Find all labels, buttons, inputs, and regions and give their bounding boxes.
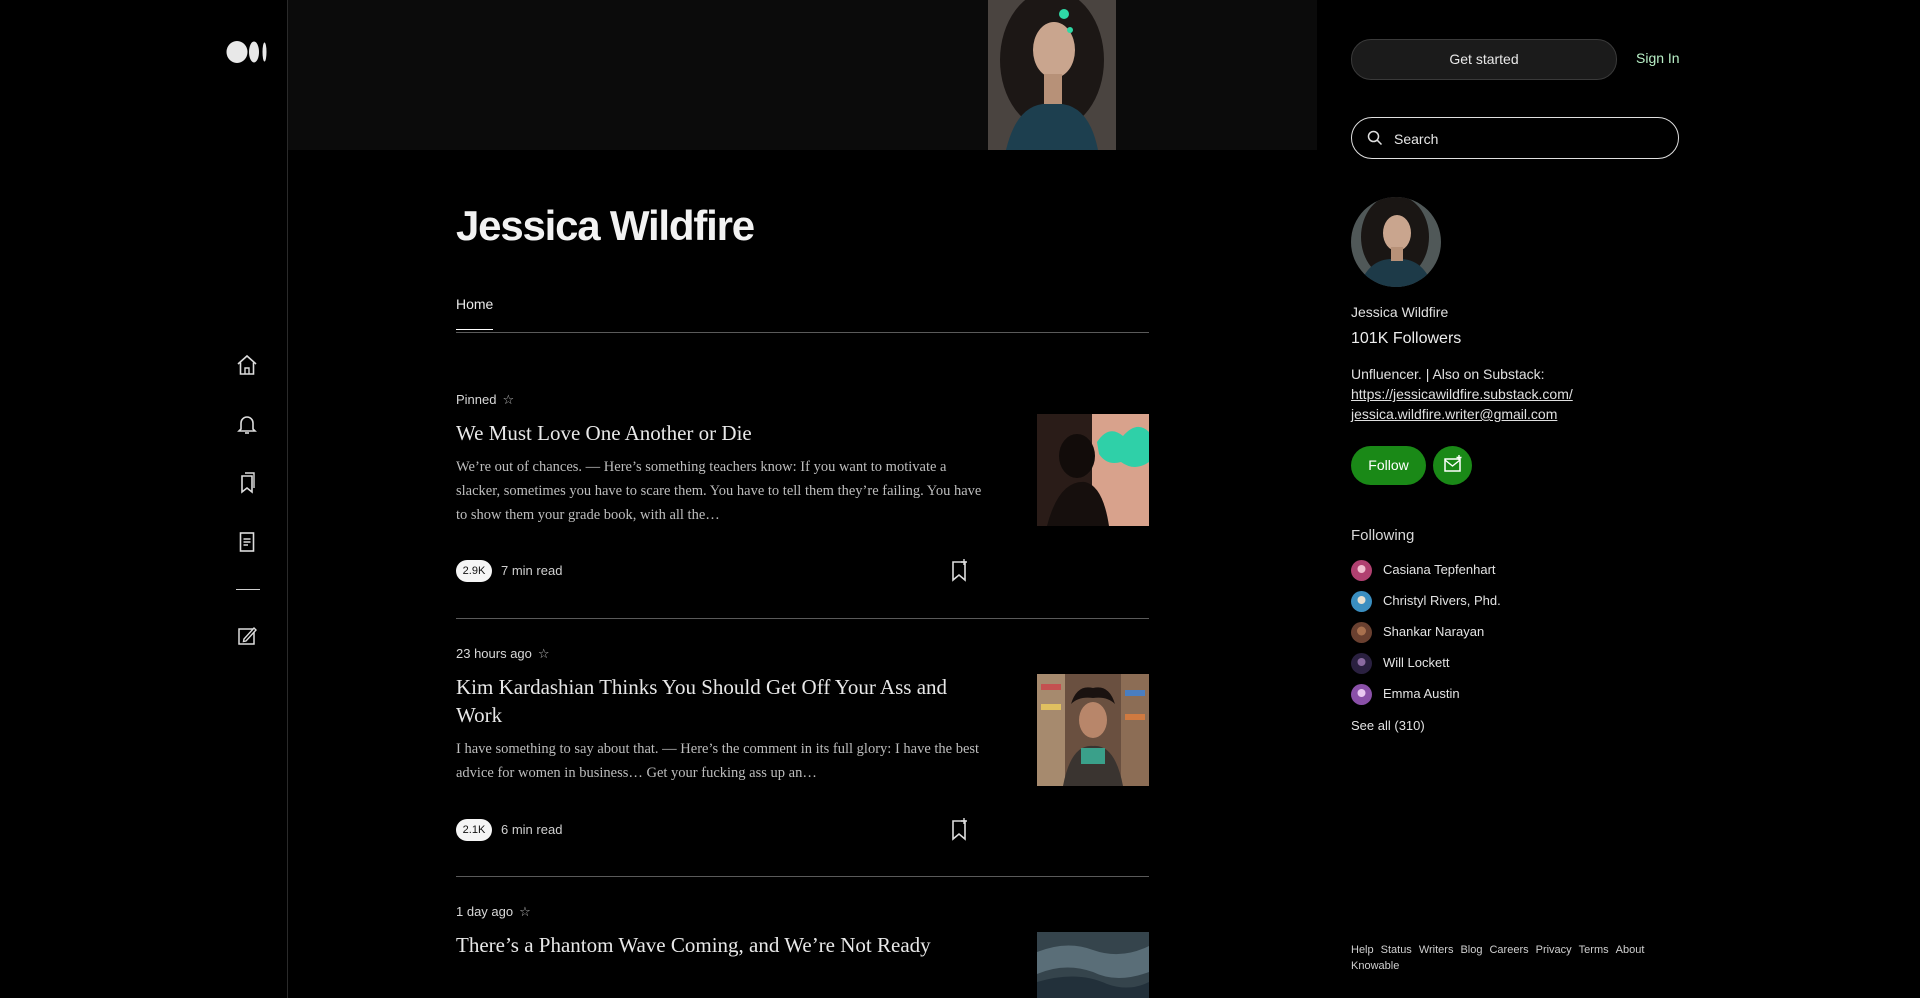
article-meta: Pinned ☆ xyxy=(456,392,515,407)
article-title[interactable]: Kim Kardashian Thinks You Should Get Off… xyxy=(456,673,986,729)
profile-tabs: Home xyxy=(456,296,1149,333)
footer-link-privacy[interactable]: Privacy xyxy=(1536,942,1572,958)
article-item[interactable]: 1 day ago ☆ There’s a Phantom Wave Coming… xyxy=(456,904,1149,998)
mail-plus-icon xyxy=(1444,455,1462,472)
following-item[interactable]: Emma Austin xyxy=(1351,684,1651,706)
bookmark-icon[interactable] xyxy=(948,558,970,584)
avatar xyxy=(1351,622,1372,643)
see-all-link[interactable]: See all (310) xyxy=(1351,718,1425,733)
following-heading: Following xyxy=(1351,527,1415,544)
star-icon: ☆ xyxy=(502,392,515,407)
footer-link-writers[interactable]: Writers xyxy=(1419,942,1454,958)
following-name: Will Lockett xyxy=(1383,655,1450,670)
bio-link-substack[interactable]: https://jessicawildfire.substack.com/ xyxy=(1351,384,1651,404)
sign-in-link[interactable]: Sign In xyxy=(1636,50,1680,66)
profile-banner xyxy=(288,0,1317,150)
article-thumbnail[interactable] xyxy=(1037,414,1149,526)
article-thumbnail[interactable] xyxy=(1037,932,1149,998)
footer-link-status[interactable]: Status xyxy=(1381,942,1412,958)
bookmark-icon[interactable] xyxy=(948,817,970,843)
main-content: Jessica Wildfire Home Pinned ☆ We Must Lo… xyxy=(288,0,1317,998)
article-item[interactable]: 23 hours ago ☆ Kim Kardashian Thinks You … xyxy=(456,646,1149,846)
article-divider xyxy=(456,618,1149,619)
bio-link-email[interactable]: jessica.wildfire.writer@gmail.com xyxy=(1351,404,1651,424)
article-excerpt: We’re out of chances. — Here’s something… xyxy=(456,459,982,523)
avatar xyxy=(1351,560,1372,581)
footer-link-terms[interactable]: Terms xyxy=(1579,942,1609,958)
following-item[interactable]: Will Lockett xyxy=(1351,653,1651,675)
footer-link-blog[interactable]: Blog xyxy=(1460,942,1482,958)
article-footer: 2.9K 7 min read xyxy=(456,558,986,588)
article-footer: 2.1K 6 min read xyxy=(456,817,986,847)
article-excerpt: I have something to say about that. — He… xyxy=(456,741,980,781)
footer-link-about[interactable]: About xyxy=(1616,942,1645,958)
footer-link-help[interactable]: Help xyxy=(1351,942,1374,958)
following-name: Shankar Narayan xyxy=(1383,624,1485,639)
search-icon xyxy=(1367,130,1383,146)
read-time: 7 min read xyxy=(501,563,563,578)
banner-photo xyxy=(988,0,1116,150)
avatar[interactable] xyxy=(1351,197,1441,287)
article-title[interactable]: We Must Love One Another or Die xyxy=(456,419,986,447)
tab-home[interactable]: Home xyxy=(456,296,494,330)
follow-button[interactable]: Follow xyxy=(1351,446,1426,485)
following-name: Christyl Rivers, Phd. xyxy=(1383,593,1501,608)
get-started-button[interactable]: Get started xyxy=(1351,39,1617,80)
medium-logo[interactable] xyxy=(226,38,272,66)
home-icon[interactable] xyxy=(234,352,260,378)
article-meta: 1 day ago ☆ xyxy=(456,904,531,919)
bookmarks-icon[interactable] xyxy=(234,470,260,496)
avatar xyxy=(1351,591,1372,612)
avatar xyxy=(1351,653,1372,674)
star-icon: ☆ xyxy=(519,904,531,919)
star-icon: ☆ xyxy=(537,646,550,661)
right-sidebar: Get started Sign In Jessica Wildfire 101… xyxy=(1318,0,1920,998)
write-icon[interactable] xyxy=(234,623,260,649)
stories-icon[interactable] xyxy=(234,529,260,555)
article-divider xyxy=(456,876,1149,877)
footer-link-knowable[interactable]: Knowable xyxy=(1351,958,1399,974)
following-item[interactable]: Christyl Rivers, Phd. xyxy=(1351,591,1651,613)
left-rail xyxy=(0,0,288,998)
rail-divider xyxy=(236,589,260,590)
following-name: Casiana Tepfenhart xyxy=(1383,562,1496,577)
author-bio: Unfluencer. | Also on Substack: https://… xyxy=(1351,364,1651,424)
bio-text: Unfluencer. | Also on Substack: xyxy=(1351,366,1545,382)
following-item[interactable]: Shankar Narayan xyxy=(1351,622,1651,644)
following-item[interactable]: Casiana Tepfenhart xyxy=(1351,560,1651,582)
search-input[interactable] xyxy=(1392,126,1666,152)
article-title[interactable]: There’s a Phantom Wave Coming, and We’re… xyxy=(456,931,986,959)
search-box[interactable] xyxy=(1351,117,1679,159)
avatar xyxy=(1351,684,1372,705)
author-name[interactable]: Jessica Wildfire xyxy=(1351,304,1448,320)
footer-links: Help Status Writers Blog Careers Privacy Terms… xyxy=(1351,942,1681,974)
read-time: 6 min read xyxy=(501,822,563,837)
article-thumbnail[interactable] xyxy=(1037,674,1149,786)
bell-icon[interactable] xyxy=(234,411,260,437)
claps-chip: 2.9K xyxy=(456,560,492,582)
subscribe-button[interactable] xyxy=(1433,446,1472,485)
claps-chip: 2.1K xyxy=(456,819,492,841)
following-name: Emma Austin xyxy=(1383,686,1460,701)
followers-count[interactable]: 101K Followers xyxy=(1351,330,1461,348)
article-meta: 23 hours ago ☆ xyxy=(456,646,550,661)
page-title: Jessica Wildfire xyxy=(456,202,755,249)
article-item[interactable]: Pinned ☆ We Must Love One Another or Die … xyxy=(456,392,1149,582)
footer-link-careers[interactable]: Careers xyxy=(1489,942,1528,958)
